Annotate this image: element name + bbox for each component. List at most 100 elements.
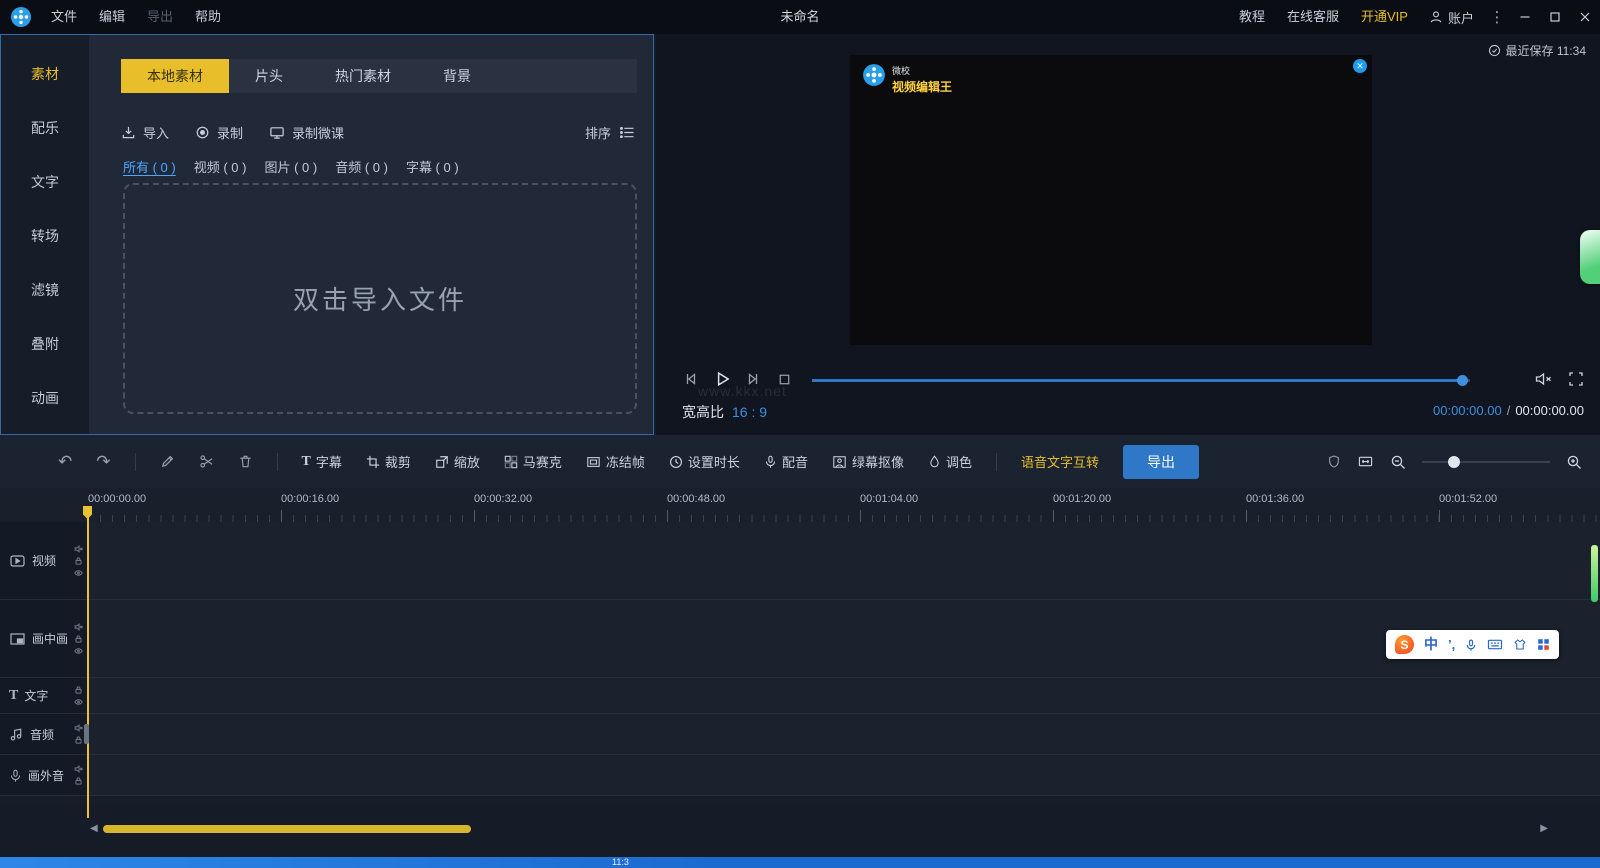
playhead-line[interactable] — [87, 506, 89, 818]
aspect-ratio[interactable]: 宽高比16 : 9 — [682, 402, 767, 422]
subtitle-tool[interactable]: T 字幕 — [302, 452, 342, 471]
ime-skin-icon[interactable] — [1513, 638, 1527, 651]
timeline-zoom-slider[interactable] — [1422, 461, 1550, 463]
divider — [996, 453, 997, 471]
tab-intro[interactable]: 片头 — [229, 59, 309, 93]
support-link[interactable]: 在线客服 — [1276, 0, 1350, 34]
sidebar-item-text[interactable]: 文字 — [1, 155, 89, 209]
stop-button[interactable] — [777, 372, 792, 387]
account-button[interactable]: 账户 — [1419, 8, 1484, 27]
scroll-left-arrow[interactable]: ◀ — [90, 823, 98, 834]
filter-image[interactable]: 图片 ( 0 ) — [264, 157, 317, 176]
crop-tool[interactable]: 裁剪 — [366, 452, 411, 471]
sidebar-item-animation[interactable]: 动画 — [1, 371, 89, 425]
zoom-out-icon[interactable] — [1390, 454, 1406, 470]
track-video-lane[interactable] — [88, 522, 1600, 599]
track-lock-icon[interactable] — [74, 685, 83, 694]
record-lesson-button[interactable]: 录制微课 — [269, 123, 344, 142]
track-mute-icon[interactable] — [74, 544, 83, 553]
mosaic-tool[interactable]: 马赛克 — [504, 452, 562, 471]
track-visibility-icon[interactable] — [74, 697, 83, 706]
volume-muted-icon[interactable] — [1534, 371, 1553, 387]
floating-side-widget[interactable] — [1580, 230, 1600, 284]
track-voiceover-lane[interactable] — [88, 755, 1600, 795]
sidebar-item-filter[interactable]: 滤镜 — [1, 263, 89, 317]
next-frame-button[interactable] — [746, 371, 762, 387]
previous-frame-button[interactable] — [682, 371, 698, 387]
track-scroll-handle[interactable] — [84, 724, 89, 744]
ime-language-toggle[interactable]: 中 — [1424, 630, 1438, 659]
filter-video[interactable]: 视频 ( 0 ) — [194, 157, 247, 176]
record-button[interactable]: 录制 — [195, 123, 243, 142]
tab-popular[interactable]: 热门素材 — [309, 59, 417, 93]
track-text: T 文字 — [0, 678, 1600, 714]
ime-logo-icon[interactable]: S — [1395, 635, 1414, 654]
split-button[interactable] — [199, 454, 214, 469]
import-button[interactable]: 导入 — [121, 123, 169, 142]
seek-bar[interactable] — [812, 379, 1470, 382]
dub-tool[interactable]: 配音 — [764, 452, 808, 471]
redo-button[interactable]: ↷ — [96, 452, 110, 472]
track-lock-icon[interactable] — [74, 736, 83, 745]
import-dropzone[interactable]: 双击导入文件 — [123, 183, 637, 414]
tab-background[interactable]: 背景 — [417, 59, 497, 93]
color-grade-tool[interactable]: 调色 — [928, 452, 972, 471]
track-mute-icon[interactable] — [74, 622, 83, 631]
timeline-vertical-scrollbar[interactable] — [1591, 545, 1598, 602]
tab-local-material[interactable]: 本地素材 — [121, 59, 229, 93]
track-text-lane[interactable] — [88, 678, 1600, 713]
scroll-right-arrow[interactable]: ▶ — [1540, 823, 1548, 834]
chroma-key-tool[interactable]: 绿幕抠像 — [832, 452, 904, 471]
tutorial-link[interactable]: 教程 — [1228, 0, 1276, 34]
track-mute-icon[interactable] — [74, 765, 83, 774]
track-visibility-icon[interactable] — [74, 646, 83, 655]
filter-audio[interactable]: 音频 ( 0 ) — [335, 157, 388, 176]
play-button[interactable] — [713, 370, 731, 388]
filter-all[interactable]: 所有 ( 0 ) — [123, 157, 176, 176]
watermark-close-icon[interactable]: ✕ — [1353, 59, 1367, 73]
menu-export[interactable]: 导出 — [136, 0, 184, 34]
duration-tool[interactable]: 设置时长 — [669, 452, 740, 471]
minimize-button[interactable] — [1510, 0, 1540, 34]
menu-help[interactable]: 帮助 — [184, 0, 232, 34]
fullscreen-icon[interactable] — [1568, 371, 1584, 387]
edit-clip-button[interactable] — [160, 454, 175, 469]
undo-button[interactable]: ↶ — [58, 452, 72, 472]
ime-keyboard-icon[interactable] — [1487, 638, 1503, 651]
maximize-button[interactable] — [1540, 0, 1570, 34]
ime-punctuation-toggle[interactable]: ’, — [1448, 637, 1455, 652]
export-button[interactable]: 导出 — [1123, 445, 1199, 479]
zoom-in-icon[interactable] — [1566, 454, 1582, 470]
sidebar-item-music[interactable]: 配乐 — [1, 101, 89, 155]
track-lock-icon[interactable] — [74, 556, 83, 565]
freeze-frame-tool[interactable]: 冻结帧 — [586, 452, 645, 471]
delete-button[interactable] — [238, 454, 253, 469]
ime-mic-icon[interactable] — [1465, 638, 1477, 652]
timeline-ruler[interactable]: 00:00:00.00 00:00:16.00 00:00:32.00 00:0… — [0, 488, 1600, 522]
ime-toolbox-icon[interactable] — [1537, 638, 1550, 651]
track-mute-icon[interactable] — [74, 724, 83, 733]
subtitle-icon: T — [302, 454, 311, 470]
fit-timeline-icon[interactable] — [1357, 454, 1374, 469]
filter-subtitle[interactable]: 字幕 ( 0 ) — [406, 157, 459, 176]
sort-button[interactable]: 排序 — [585, 123, 635, 142]
track-lock-icon[interactable] — [74, 777, 83, 786]
saved-clock-icon — [1488, 44, 1501, 57]
track-lock-icon[interactable] — [74, 634, 83, 643]
scale-tool[interactable]: 缩放 — [435, 452, 480, 471]
menu-file[interactable]: 文件 — [40, 0, 88, 34]
track-visibility-icon[interactable] — [74, 568, 83, 577]
seek-handle[interactable] — [1457, 375, 1468, 386]
menu-edit[interactable]: 编辑 — [88, 0, 136, 34]
timeline-horizontal-scrollbar[interactable] — [103, 825, 471, 833]
vip-link[interactable]: 开通VIP — [1350, 0, 1419, 34]
sidebar-item-transition[interactable]: 转场 — [1, 209, 89, 263]
speech-to-text-button[interactable]: 语音文字互转 — [1021, 452, 1099, 471]
zoom-slider-handle[interactable] — [1448, 456, 1460, 468]
close-button[interactable] — [1570, 0, 1600, 34]
sidebar-item-overlay[interactable]: 叠附 — [1, 317, 89, 371]
more-menu-icon[interactable]: ⋮ — [1484, 8, 1510, 26]
track-pip-lane[interactable] — [88, 600, 1600, 677]
track-audio-lane[interactable] — [88, 714, 1600, 754]
sidebar-item-material[interactable]: 素材 — [1, 47, 89, 101]
